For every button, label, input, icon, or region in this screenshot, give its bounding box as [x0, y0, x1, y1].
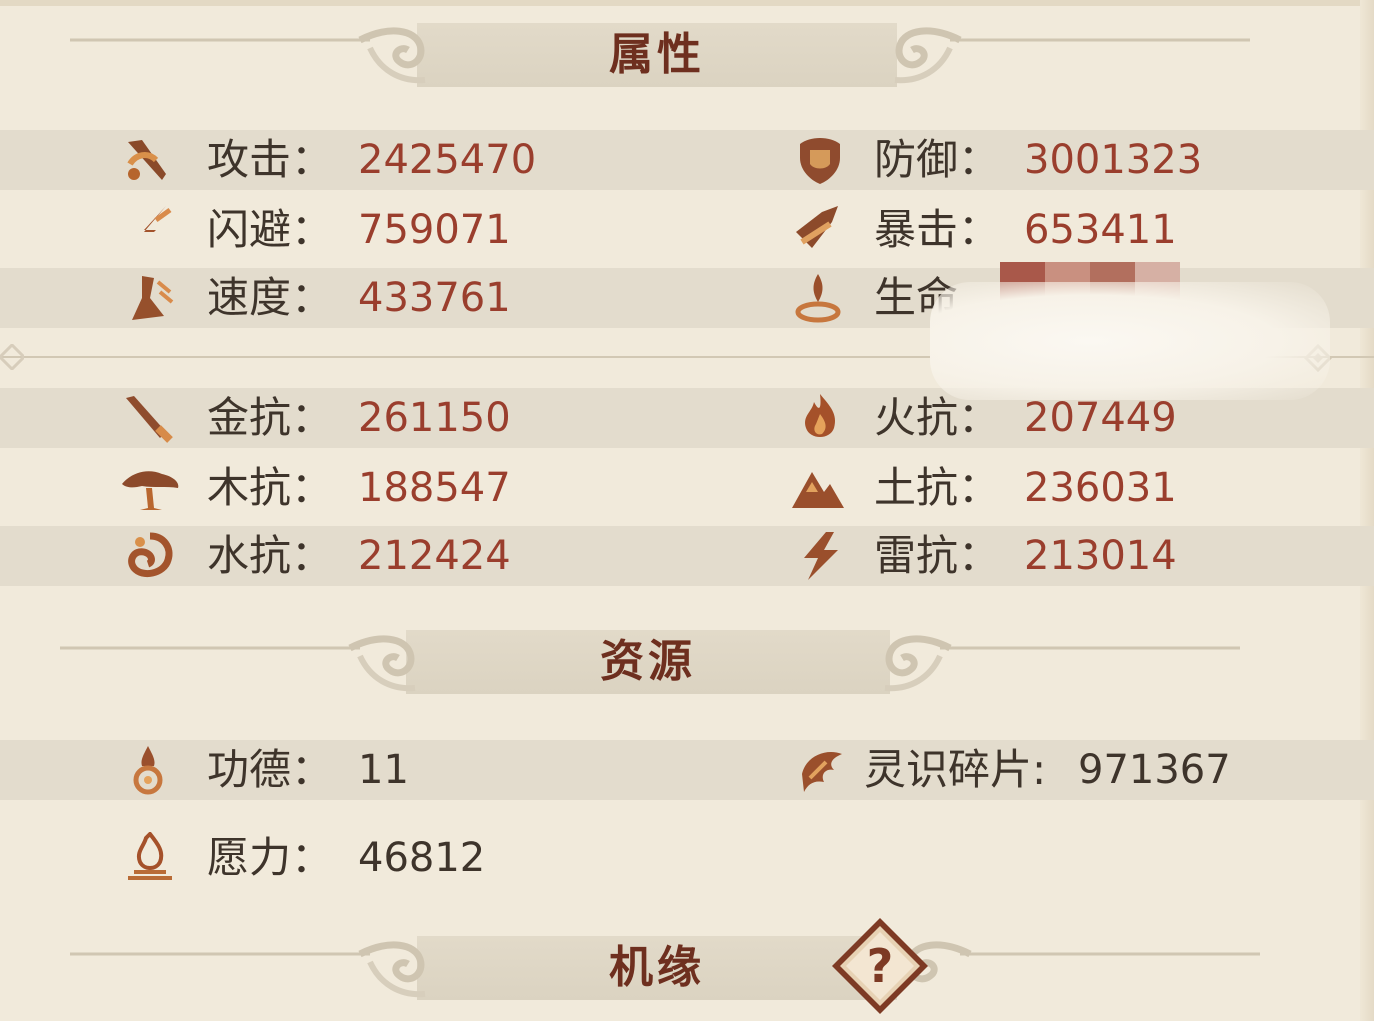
resist-value-wood: 188547 — [358, 465, 511, 511]
section-title-opportunity: 机缘 — [609, 942, 705, 993]
banner-right-ornament — [894, 27, 1250, 84]
banner-right-ornament — [884, 635, 1240, 692]
resist-label-earth: 土抗： — [874, 463, 1001, 512]
resist-label-water: 水抗： — [207, 531, 334, 580]
stat-label-speed: 速度： — [207, 273, 334, 322]
stat-value-dodge: 759071 — [358, 207, 511, 253]
wish-flame-icon — [128, 832, 172, 880]
censor-blur-overlay — [930, 282, 1330, 400]
help-button[interactable]: ? — [830, 916, 930, 1016]
stat-label-defense: 防御： — [874, 135, 1001, 184]
merit-icon — [133, 746, 163, 795]
section-title-attributes: 属性 — [609, 29, 705, 80]
top-border — [0, 0, 1374, 6]
stat-value-crit: 653411 — [1024, 207, 1177, 253]
resource-value-wish: 46812 — [358, 835, 486, 881]
section-header-opportunity: 机缘 — [417, 936, 897, 1000]
resource-value-merit: 11 — [358, 747, 409, 793]
banner-right-ornament — [905, 941, 1260, 983]
resist-value-thunder: 213014 — [1024, 533, 1177, 579]
stat-label-dodge: 闪避： — [207, 205, 334, 254]
divider-left-diamond — [0, 344, 24, 370]
resource-label-merit: 功德： — [207, 745, 334, 794]
attack-icon — [127, 140, 166, 180]
resist-value-earth: 236031 — [1024, 465, 1177, 511]
resist-value-metal: 261150 — [358, 395, 511, 441]
stat-label-attack: 攻击： — [207, 135, 334, 184]
crit-icon — [796, 206, 838, 248]
resource-label-shards: 灵识碎片: — [864, 745, 1047, 794]
resource-label-wish: 愿力： — [207, 833, 334, 882]
dodge-icon — [134, 206, 172, 252]
resist-value-water: 212424 — [358, 533, 511, 579]
lightning-icon — [804, 532, 838, 580]
mountain-icon — [792, 472, 844, 508]
life-icon — [795, 274, 841, 323]
banner-left-ornament — [70, 941, 426, 998]
defense-icon — [800, 138, 840, 184]
stat-label-crit: 暴击： — [874, 205, 1001, 254]
section-header-resources: 资源 — [406, 630, 890, 694]
speed-icon — [132, 276, 174, 320]
tree-icon — [122, 471, 179, 510]
resist-label-metal: 金抗： — [207, 393, 334, 442]
stat-value-speed: 433761 — [358, 275, 511, 321]
spirit-shard-icon — [802, 752, 842, 792]
fire-icon — [805, 394, 836, 437]
banner-left-ornament — [70, 27, 426, 84]
section-header-attributes: 属性 — [417, 23, 897, 87]
resist-label-thunder: 雷抗： — [874, 531, 1001, 580]
water-swirl-icon — [128, 532, 173, 578]
stat-value-defense: 3001323 — [1024, 137, 1203, 183]
section-title-resources: 资源 — [600, 636, 696, 687]
resist-label-wood: 木抗： — [207, 463, 334, 512]
banner-left-ornament — [60, 635, 416, 692]
metal-sword-icon — [126, 396, 173, 443]
stat-value-attack: 2425470 — [358, 137, 537, 183]
resource-value-shards: 971367 — [1078, 747, 1231, 793]
question-mark-icon: ? — [867, 939, 894, 993]
